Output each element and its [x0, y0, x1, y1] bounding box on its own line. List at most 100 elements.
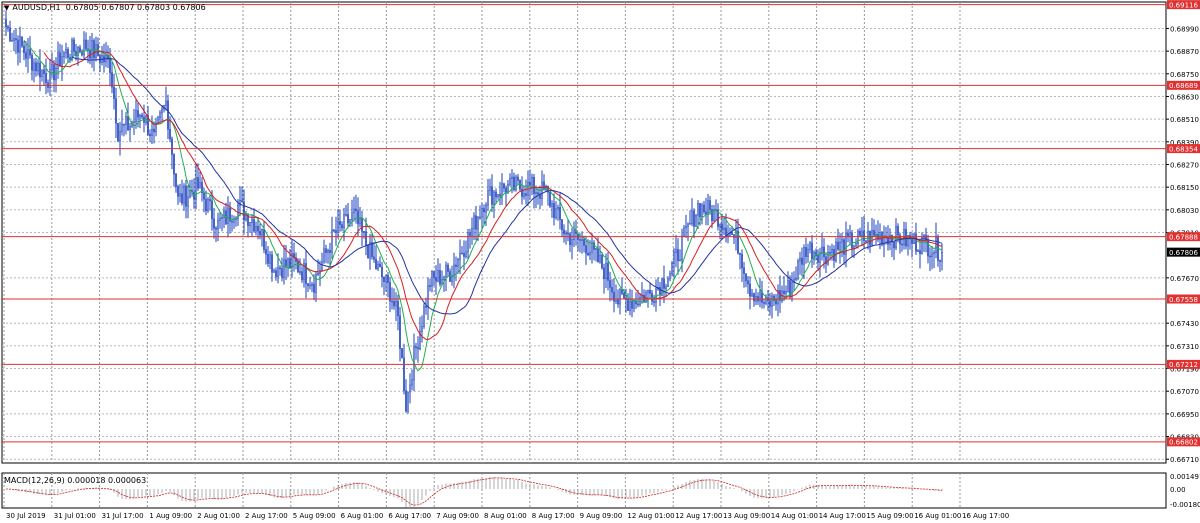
candle-body	[611, 287, 613, 293]
y-tick-label: 0.68870	[1170, 48, 1199, 56]
candle-body	[125, 116, 127, 125]
candle-body	[177, 186, 179, 197]
candle-body	[721, 223, 723, 231]
candle-body	[327, 250, 329, 253]
candle-body	[41, 69, 43, 78]
candle-body	[169, 128, 171, 140]
candle-body	[607, 263, 609, 281]
candle-body	[655, 288, 657, 303]
candle-body	[837, 241, 839, 250]
candle-body	[65, 49, 67, 54]
candle-body	[427, 285, 429, 307]
candle-body	[613, 291, 615, 302]
candle-body	[289, 258, 291, 268]
candle-body	[45, 73, 47, 83]
candle-body	[439, 270, 441, 285]
candle-body	[797, 260, 799, 279]
macd-tick-label: 0.001491	[1170, 473, 1200, 481]
candle-body	[731, 232, 733, 235]
candle-body	[503, 183, 505, 189]
x-tick-label: 31 Jul 01:00	[54, 512, 96, 520]
candle-body	[251, 219, 253, 223]
candle-body	[601, 255, 603, 269]
candle-body	[753, 293, 755, 302]
candle-body	[861, 230, 863, 236]
candle-body	[23, 45, 25, 53]
candle-body	[301, 271, 303, 281]
candle-body	[931, 253, 933, 257]
dropdown-triangle-icon[interactable]: ▼	[4, 4, 9, 12]
candle-body	[867, 230, 869, 242]
candle-body	[537, 192, 539, 195]
candle-body	[9, 27, 11, 41]
candle-body	[73, 39, 75, 52]
candle-body	[129, 125, 131, 131]
candle-body	[561, 219, 563, 231]
candle-body	[285, 259, 287, 267]
candle-body	[431, 271, 433, 287]
candle-body	[283, 259, 285, 278]
candle-body	[805, 247, 807, 257]
candle-body	[593, 242, 595, 250]
candle-body	[89, 50, 91, 59]
candle-body	[149, 133, 151, 136]
x-tick-label: 2 Aug 01:00	[197, 512, 240, 520]
candle-body	[629, 301, 631, 311]
candle-body	[113, 86, 115, 99]
candle-body	[421, 326, 423, 332]
candle-body	[93, 40, 95, 58]
candle-body	[809, 242, 811, 250]
candle-body	[373, 256, 375, 260]
candle-body	[383, 276, 385, 283]
candle-body	[241, 200, 243, 203]
candle-body	[317, 273, 319, 275]
candle-body	[447, 264, 449, 272]
candle-body	[279, 267, 281, 270]
candle-body	[665, 285, 667, 289]
candle-body	[207, 199, 209, 212]
candle-body	[287, 258, 289, 267]
candle-body	[297, 261, 299, 273]
candle-body	[631, 301, 633, 309]
candle-body	[693, 210, 695, 227]
candle-body	[135, 110, 137, 123]
candle-body	[77, 47, 79, 56]
candle-body	[589, 251, 591, 256]
x-tick-label: 5 Aug 09:00	[293, 512, 336, 520]
candle-body	[137, 110, 139, 118]
candle-body	[829, 252, 831, 254]
candle-body	[187, 196, 189, 207]
candle-body	[851, 232, 853, 249]
candle-body	[835, 241, 837, 261]
candle-body	[359, 218, 361, 225]
candle-body	[565, 232, 567, 235]
candle-body	[181, 193, 183, 204]
candle-body	[523, 193, 525, 197]
candle-body	[709, 200, 711, 210]
candle-body	[627, 299, 629, 311]
y-tick-label: 0.68510	[1170, 116, 1199, 124]
candle-body	[445, 264, 447, 278]
candle-body	[139, 114, 141, 118]
candle-body	[479, 216, 481, 219]
candle-body	[807, 248, 809, 257]
candle-body	[859, 230, 861, 236]
candle-body	[765, 297, 767, 304]
candle-body	[695, 214, 697, 227]
candle-body	[127, 116, 129, 131]
candle-body	[481, 208, 483, 218]
candle-body	[213, 218, 215, 229]
candle-body	[461, 252, 463, 255]
candle-body	[471, 228, 473, 236]
x-tick-label: 16 Aug 01:00	[914, 512, 961, 520]
level-price-label: 0.68354	[1169, 145, 1198, 153]
candle-body	[569, 233, 571, 246]
candle-body	[409, 384, 411, 393]
candle-body	[557, 206, 559, 210]
macd-tick-label: 0.00	[1170, 486, 1186, 494]
candle-body	[483, 208, 485, 213]
candle-body	[823, 246, 825, 258]
candle-body	[221, 217, 223, 219]
candle-body	[533, 177, 535, 194]
candle-body	[485, 204, 487, 213]
